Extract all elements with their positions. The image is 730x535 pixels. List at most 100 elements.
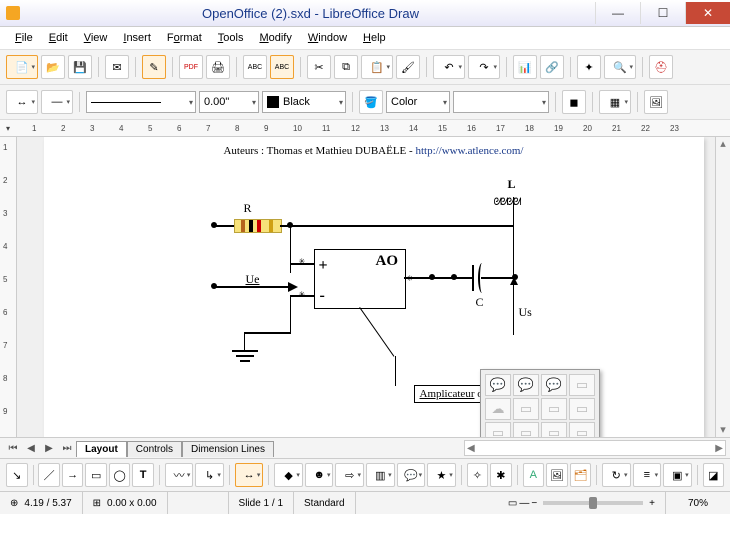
callout-opt-4[interactable]: ▭ <box>569 374 595 396</box>
status-zoom-value[interactable]: 70% <box>666 492 730 514</box>
arrow-line-tool[interactable]: → <box>62 463 84 487</box>
menu-help[interactable]: Help <box>356 29 393 47</box>
vertical-scrollbar[interactable]: ▴ ▾ <box>715 137 730 437</box>
menu-view[interactable]: View <box>77 29 115 47</box>
copy-button[interactable]: ⧉ <box>334 55 358 79</box>
callout-opt-1[interactable]: 💬 <box>485 374 511 396</box>
align-tool[interactable]: ≡ <box>633 463 662 487</box>
ellipse-tool[interactable]: ◯ <box>109 463 131 487</box>
shadow-button[interactable]: ◼ <box>562 90 586 114</box>
effects-tool[interactable]: ↻ <box>602 463 631 487</box>
open-button[interactable]: 📂 <box>41 55 65 79</box>
zoom-slider[interactable] <box>543 501 643 505</box>
callout-opt-12[interactable]: ▭ <box>569 422 595 437</box>
fontwork-tool[interactable]: A <box>523 463 545 487</box>
basic-shapes-tool[interactable]: ◆ <box>274 463 303 487</box>
fill-color-combo[interactable]: ▾ <box>453 91 549 113</box>
rectangle-tool[interactable]: ▭ <box>85 463 107 487</box>
from-file-tool[interactable]: 🖼 <box>546 463 568 487</box>
line-tool[interactable]: ／ <box>38 463 60 487</box>
points-edit-tool[interactable]: ✧ <box>467 463 489 487</box>
callout-opt-11[interactable]: ▭ <box>541 422 567 437</box>
autospell-button[interactable]: ABC <box>270 55 294 79</box>
redo-button[interactable]: ↷ <box>468 55 500 79</box>
close-button[interactable]: ✕ <box>685 2 730 24</box>
zoom-out-button[interactable]: − <box>531 498 537 509</box>
callout-opt-7[interactable]: ▭ <box>541 398 567 420</box>
callout-style-popup[interactable]: 💬 💬 💬 ▭ ☁ ▭ ▭ ▭ ▭ ▭ ▭ ▭ <box>480 369 600 437</box>
text-tool[interactable]: T <box>132 463 154 487</box>
connector-tool[interactable]: ↳ <box>195 463 224 487</box>
horizontal-scrollbar[interactable]: ◀▶ <box>464 440 726 456</box>
callout-opt-9[interactable]: ▭ <box>485 422 511 437</box>
tab-nav-prev[interactable]: ◀ <box>22 443 40 454</box>
status-slide[interactable]: Slide 1 / 1 <box>229 492 294 514</box>
navigator-button[interactable]: ✦ <box>577 55 601 79</box>
new-doc-button[interactable]: 📄 <box>6 55 38 79</box>
flowchart-tool[interactable]: ▥ <box>366 463 395 487</box>
stars-tool[interactable]: ★ <box>427 463 456 487</box>
gallery-tool[interactable]: 🗂 <box>570 463 592 487</box>
menu-edit[interactable]: Edit <box>42 29 75 47</box>
line-pattern-combo[interactable]: ▾ <box>86 91 196 113</box>
arrange-tool[interactable]: ▣ <box>663 463 692 487</box>
image-button[interactable]: 🖼 <box>644 90 668 114</box>
paste-button[interactable]: 📋 <box>361 55 393 79</box>
callout-opt-3[interactable]: 💬 <box>541 374 567 396</box>
lines-arrows-tool[interactable]: ↔ <box>235 463 264 487</box>
block-arrows-tool[interactable]: ⇨ <box>335 463 364 487</box>
line-style-button[interactable]: — <box>41 90 73 114</box>
tab-controls[interactable]: Controls <box>127 441 182 457</box>
gluepoints-tool[interactable]: ✱ <box>490 463 512 487</box>
symbol-shapes-tool[interactable]: ☻ <box>305 463 334 487</box>
maximize-button[interactable]: ☐ <box>640 2 685 24</box>
tab-layout[interactable]: Layout <box>76 441 127 457</box>
format-paintbrush-button[interactable]: 🖌 <box>396 55 420 79</box>
cut-button[interactable]: ✂ <box>307 55 331 79</box>
line-width-field[interactable]: 0.00"▾ <box>199 91 259 113</box>
edit-mode-button[interactable]: ✎ <box>142 55 166 79</box>
undo-button[interactable]: ↶ <box>433 55 465 79</box>
callout-opt-8[interactable]: ▭ <box>569 398 595 420</box>
tab-nav-next[interactable]: ▶ <box>40 443 58 454</box>
tab-nav-first[interactable]: ⏮ <box>4 443 22 454</box>
fill-type-combo[interactable]: Color▾ <box>386 91 450 113</box>
callout-opt-6[interactable]: ▭ <box>513 398 539 420</box>
menu-tools[interactable]: Tools <box>211 29 251 47</box>
zoom-in-button[interactable]: + <box>649 498 655 509</box>
menu-window[interactable]: Window <box>301 29 354 47</box>
curve-tool[interactable]: 〰 <box>165 463 194 487</box>
status-mode[interactable]: Standard <box>294 492 356 514</box>
spellcheck-button[interactable]: ABC <box>243 55 267 79</box>
callout-opt-2[interactable]: 💬 <box>513 374 539 396</box>
credits-link[interactable]: http://www.atlence.com/ <box>415 145 523 157</box>
minimize-button[interactable]: — <box>595 2 640 24</box>
help-button[interactable]: ⛑ <box>649 55 673 79</box>
select-tool[interactable]: ↘ <box>6 463 28 487</box>
line-color-combo[interactable]: Black▾ <box>262 91 346 113</box>
callout-opt-5[interactable]: ☁ <box>485 398 511 420</box>
horizontal-ruler[interactable]: ▾ 1234567891011121314151617181920212223 <box>0 120 730 137</box>
grid-button[interactable]: ▦ <box>599 90 631 114</box>
menu-file[interactable]: File <box>8 29 40 47</box>
export-pdf-button[interactable]: PDF <box>179 55 203 79</box>
menu-insert[interactable]: Insert <box>116 29 158 47</box>
menu-format[interactable]: Format <box>160 29 209 47</box>
fit-page-icon[interactable]: ▭ <box>508 498 517 509</box>
print-button[interactable]: 🖨 <box>206 55 230 79</box>
tab-dimension-lines[interactable]: Dimension Lines <box>182 441 274 457</box>
email-button[interactable]: ✉ <box>105 55 129 79</box>
callout-tool[interactable]: 💬 <box>397 463 426 487</box>
tab-nav-last[interactable]: ⏭ <box>58 443 76 454</box>
menu-modify[interactable]: Modify <box>252 29 298 47</box>
hyperlink-button[interactable]: 🔗 <box>540 55 564 79</box>
vertical-ruler[interactable]: 123456789 <box>0 137 17 437</box>
zoom-button[interactable]: 🔍 <box>604 55 636 79</box>
circuit-drawing[interactable]: R L ᘛᘛᘛᘛ <box>184 177 584 387</box>
callout-opt-10[interactable]: ▭ <box>513 422 539 437</box>
drawing-page[interactable]: Auteurs : Thomas et Mathieu DUBAËLE - ht… <box>44 137 704 437</box>
chart-button[interactable]: 📊 <box>513 55 537 79</box>
area-style-button[interactable]: 🪣 <box>359 90 383 114</box>
save-button[interactable]: 💾 <box>68 55 92 79</box>
arrow-style-button[interactable]: ↔ <box>6 90 38 114</box>
